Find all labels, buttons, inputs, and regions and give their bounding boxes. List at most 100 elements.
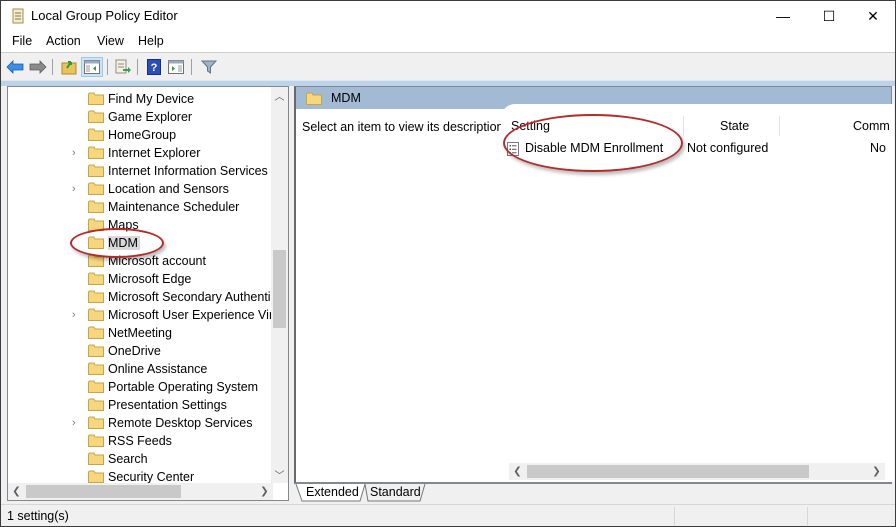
toolbar-separator bbox=[191, 59, 192, 75]
tree-item[interactable]: › Remote Desktop Services bbox=[8, 414, 274, 432]
tree-item-label: Find My Device bbox=[108, 92, 195, 106]
tab-extended[interactable]: Extended bbox=[300, 484, 365, 502]
policy-setting-icon bbox=[507, 142, 519, 156]
tree-item[interactable]: Maps bbox=[8, 216, 274, 234]
show-hide-tree-button[interactable] bbox=[81, 57, 103, 77]
column-separator[interactable] bbox=[683, 116, 684, 136]
list-hscroll-thumb[interactable] bbox=[527, 465, 809, 478]
show-hide-action-pane-button[interactable] bbox=[165, 57, 187, 77]
filter-icon bbox=[201, 60, 217, 74]
back-button[interactable] bbox=[4, 57, 26, 77]
tree-item[interactable]: Maintenance Scheduler bbox=[8, 198, 274, 216]
toolbar-separator bbox=[107, 59, 108, 75]
folder-icon bbox=[88, 272, 104, 285]
tree-item-label: NetMeeting bbox=[108, 326, 172, 340]
tree-vscroll-thumb[interactable] bbox=[273, 250, 286, 328]
column-header-setting[interactable]: Setting bbox=[511, 119, 550, 133]
tree-item[interactable]: Online Assistance bbox=[8, 360, 274, 378]
back-icon bbox=[6, 60, 24, 74]
tree-item[interactable]: Portable Operating System bbox=[8, 378, 274, 396]
tree-vertical-scrollbar[interactable]: ︿ ﹀ bbox=[271, 87, 288, 483]
filter-button[interactable] bbox=[198, 57, 220, 77]
folder-icon bbox=[88, 110, 104, 123]
toolbar-separator bbox=[52, 59, 53, 75]
up-folder-button[interactable] bbox=[58, 57, 80, 77]
setting-comment: No bbox=[870, 141, 886, 155]
tree-item-label: RSS Feeds bbox=[108, 434, 172, 448]
tree-item[interactable]: Internet Information Services bbox=[8, 162, 274, 180]
tree-item-label: OneDrive bbox=[108, 344, 161, 358]
tree-item[interactable]: HomeGroup bbox=[8, 126, 274, 144]
show-hide-action-pane-icon bbox=[168, 60, 184, 74]
status-text: 1 setting(s) bbox=[7, 509, 69, 523]
details-pane: MDM Select an item to view its descripti… bbox=[294, 86, 894, 483]
tree-item-label: Security Center bbox=[108, 470, 195, 484]
export-list-icon bbox=[115, 59, 131, 74]
tree-item-label: Internet Information Services bbox=[108, 164, 268, 178]
tree-item-label: Microsoft account bbox=[108, 254, 206, 268]
tree-item[interactable]: OneDrive bbox=[8, 342, 274, 360]
column-separator[interactable] bbox=[779, 116, 780, 136]
status-separator bbox=[674, 507, 675, 525]
tree-item[interactable]: MDM bbox=[8, 234, 274, 252]
menu-help[interactable]: Help bbox=[138, 34, 164, 48]
folder-icon bbox=[88, 128, 104, 141]
tree-item[interactable]: › Microsoft User Experience Virtu bbox=[8, 306, 274, 324]
tree-item[interactable]: Microsoft account bbox=[8, 252, 274, 270]
close-button[interactable]: ✕ bbox=[850, 1, 896, 31]
folder-icon bbox=[88, 344, 104, 357]
list-horizontal-scrollbar[interactable]: ❮ ❯ bbox=[509, 463, 885, 480]
tree-item[interactable]: Search bbox=[8, 450, 274, 468]
export-list-button[interactable] bbox=[112, 57, 134, 77]
help-button[interactable]: ? bbox=[143, 57, 165, 77]
scroll-up-arrow[interactable]: ︿ bbox=[271, 87, 288, 104]
tree-item[interactable]: Presentation Settings bbox=[8, 396, 274, 414]
menu-action[interactable]: Action bbox=[46, 34, 81, 48]
tree-item[interactable]: RSS Feeds bbox=[8, 432, 274, 450]
expand-chevron-icon[interactable]: › bbox=[72, 147, 82, 159]
tree-item[interactable]: Find My Device bbox=[8, 90, 274, 108]
tree-item[interactable]: Microsoft Secondary Authentic bbox=[8, 288, 274, 306]
setting-name[interactable]: Disable MDM Enrollment bbox=[525, 141, 663, 155]
forward-button[interactable] bbox=[27, 57, 49, 77]
tree-item-label: HomeGroup bbox=[108, 128, 177, 142]
folder-icon bbox=[88, 218, 104, 231]
folder-icon bbox=[88, 146, 104, 159]
column-header-state[interactable]: State bbox=[720, 119, 749, 133]
tree-item[interactable]: › Location and Sensors bbox=[8, 180, 274, 198]
minimize-button[interactable]: — bbox=[760, 1, 806, 31]
tree-item-label: Microsoft User Experience Virtu bbox=[108, 308, 274, 322]
tree-item[interactable]: Microsoft Edge bbox=[8, 270, 274, 288]
tree-item[interactable]: › Internet Explorer bbox=[8, 144, 274, 162]
tree-item-label: Online Assistance bbox=[108, 362, 208, 376]
expand-chevron-icon[interactable]: › bbox=[72, 183, 82, 195]
folder-icon bbox=[88, 416, 104, 429]
folder-icon bbox=[88, 92, 104, 105]
folder-icon bbox=[88, 452, 104, 465]
scroll-right-arrow[interactable]: ❯ bbox=[256, 483, 273, 500]
app-icon bbox=[12, 8, 24, 24]
details-header-title: MDM bbox=[331, 91, 361, 105]
tree-item-label: Presentation Settings bbox=[108, 398, 227, 412]
folder-icon bbox=[88, 470, 104, 483]
scroll-left-arrow[interactable]: ❮ bbox=[8, 483, 25, 500]
column-header-comment[interactable]: Comm bbox=[853, 119, 890, 133]
folder-icon bbox=[88, 380, 104, 393]
view-tabs: Extended Standard bbox=[294, 483, 892, 503]
tree-hscroll-thumb[interactable] bbox=[26, 485, 181, 498]
expand-chevron-icon[interactable]: › bbox=[72, 417, 82, 429]
scroll-left-arrow[interactable]: ❮ bbox=[509, 463, 526, 480]
expand-chevron-icon[interactable]: › bbox=[72, 309, 82, 321]
maximize-button[interactable]: ☐ bbox=[806, 1, 852, 31]
folder-icon bbox=[88, 290, 104, 303]
menu-view[interactable]: View bbox=[97, 34, 124, 48]
tree-horizontal-scrollbar[interactable]: ❮ ❯ bbox=[8, 483, 273, 500]
tree-item[interactable]: Game Explorer bbox=[8, 108, 274, 126]
tree-item-label: Remote Desktop Services bbox=[108, 416, 253, 430]
menu-file[interactable]: File bbox=[12, 34, 32, 48]
scroll-down-arrow[interactable]: ﹀ bbox=[271, 466, 288, 483]
show-hide-tree-icon bbox=[84, 60, 100, 74]
tab-standard[interactable]: Standard bbox=[364, 484, 427, 502]
scroll-right-arrow[interactable]: ❯ bbox=[868, 463, 885, 480]
tree-item[interactable]: NetMeeting bbox=[8, 324, 274, 342]
